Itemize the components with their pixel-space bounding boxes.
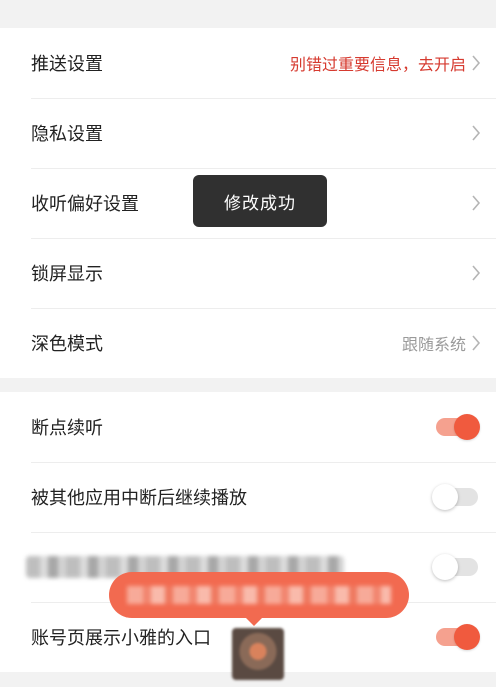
chevron-right-icon (470, 55, 482, 71)
row-label: 断点续听 (31, 418, 103, 439)
pixelated-avatar (232, 628, 284, 680)
toggle-knob (454, 414, 480, 440)
toast-text: 修改成功 (224, 193, 296, 214)
chevron-right-icon (470, 265, 482, 281)
dark-mode-value: 跟随系统 (401, 335, 466, 354)
toast-message: 修改成功 (193, 175, 327, 227)
row-privacy-settings[interactable]: 隐私设置 (0, 98, 496, 168)
row-lock-screen-display[interactable]: 锁屏显示 (0, 238, 496, 308)
chevron-right-icon (470, 195, 482, 211)
toggle-knob (454, 624, 480, 650)
push-promo-text: 别错过重要信息，去开启 (289, 55, 466, 74)
row-label: 推送设置 (31, 54, 103, 75)
show-xiaoya-entry-toggle[interactable] (432, 624, 480, 650)
row-label: 隐私设置 (31, 124, 103, 145)
pixelated-bubble-text (127, 586, 391, 604)
chevron-right-icon (470, 125, 482, 141)
top-spacer (0, 0, 496, 28)
row-label: 锁屏显示 (31, 264, 103, 285)
row-resume-playback: 断点续听 (0, 392, 496, 462)
row-label: 被其他应用中断后继续播放 (31, 488, 247, 509)
chevron-right-icon (470, 335, 482, 351)
row-label: 深色模式 (31, 334, 103, 355)
toggle-knob (432, 554, 458, 580)
settings-page: 推送设置 别错过重要信息，去开启 隐私设置 收听偏好设置 锁屏显示 深色模式 跟… (0, 0, 496, 687)
toggle-knob (432, 484, 458, 510)
row-dark-mode[interactable]: 深色模式 跟随系统 (0, 308, 496, 378)
blurred-setting-toggle[interactable] (432, 554, 480, 580)
row-push-settings[interactable]: 推送设置 别错过重要信息，去开启 (0, 28, 496, 98)
group-spacer (0, 378, 496, 392)
row-continue-after-interrupt: 被其他应用中断后继续播放 (0, 462, 496, 532)
continue-after-interrupt-toggle[interactable] (432, 484, 480, 510)
resume-playback-toggle[interactable] (432, 414, 480, 440)
promo-bubble-tail (244, 616, 264, 626)
promo-bubble[interactable] (109, 572, 409, 618)
